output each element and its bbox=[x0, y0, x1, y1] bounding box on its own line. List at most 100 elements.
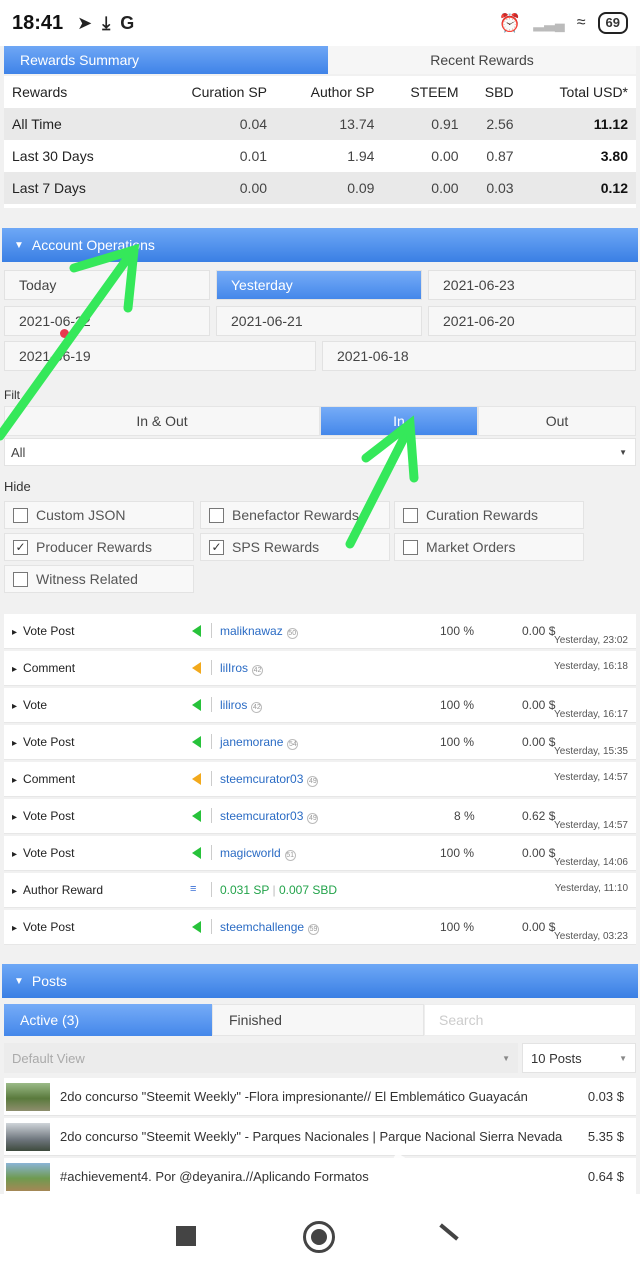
filter-in-out-button[interactable]: In & Out bbox=[4, 406, 320, 436]
post-row[interactable]: #achievement4. Por @deyanira.//Aplicando… bbox=[4, 1158, 636, 1194]
steem-logo-icon: ≡ bbox=[190, 883, 197, 895]
username-link[interactable]: janemorane 54 bbox=[220, 735, 299, 750]
checkbox-checked[interactable]: ✓ bbox=[209, 539, 224, 555]
list-item[interactable]: Vote Post steemcurator0349 8 % 0.62 $ Ye… bbox=[4, 799, 636, 834]
table-cell: Last 7 Days bbox=[4, 172, 151, 204]
date-button[interactable]: 2021-06-22 bbox=[4, 306, 210, 336]
list-item[interactable]: Vote Post steemchallenge59 100 % 0.00 $ … bbox=[4, 910, 636, 945]
date-yesterday-button[interactable]: Yesterday bbox=[216, 270, 422, 300]
vote-percent: 100 % bbox=[440, 624, 475, 638]
username-link[interactable]: lilIros 42 bbox=[220, 661, 264, 676]
username-link[interactable]: magicworld 51 bbox=[220, 846, 296, 861]
vote-value: 0.00 $ bbox=[522, 846, 556, 860]
op-type: Vote Post bbox=[12, 809, 74, 823]
view-select[interactable]: Default View ▼ bbox=[4, 1043, 518, 1073]
op-time: Yesterday, 03:23 bbox=[554, 931, 628, 942]
checkbox-unchecked[interactable] bbox=[13, 507, 28, 523]
checkbox-checked[interactable]: ✓ bbox=[13, 539, 28, 555]
hide-benefactor-rewards-checkbox[interactable]: Benefactor Rewards bbox=[200, 501, 390, 529]
operation-type-select[interactable]: All ▼ bbox=[4, 438, 636, 466]
checkbox-unchecked[interactable] bbox=[13, 571, 28, 587]
posts-view-row: Default View ▼ 10 Posts ▼ bbox=[4, 1043, 636, 1073]
col-sbd: SBD bbox=[484, 84, 514, 100]
post-row[interactable]: 2do concurso "Steemit Weekly" - Parques … bbox=[4, 1118, 636, 1156]
vote-value: 0.00 $ bbox=[522, 920, 556, 934]
op-type: Vote Post bbox=[12, 920, 74, 934]
username-link[interactable]: steemcurator03 49 bbox=[220, 772, 319, 787]
username-link[interactable]: steemcurator03 49 bbox=[220, 809, 319, 824]
divider bbox=[211, 882, 212, 897]
reputation-badge: 49 bbox=[307, 813, 319, 824]
alarm-icon: ⏰ bbox=[498, 12, 522, 33]
hide-custom-json-checkbox[interactable]: Custom JSON bbox=[4, 501, 194, 529]
divider bbox=[211, 623, 212, 638]
post-title[interactable]: #achievement4. Por @deyanira.//Aplicando… bbox=[60, 1169, 578, 1184]
account-operations-header[interactable]: ▼ Account Operations bbox=[2, 228, 638, 262]
tab-finished-posts[interactable]: Finished bbox=[212, 1004, 424, 1036]
checkbox-unchecked[interactable] bbox=[209, 507, 224, 523]
search-input[interactable]: Search bbox=[424, 1004, 636, 1036]
vote-flag-icon bbox=[192, 810, 201, 822]
hide-label: Hide bbox=[4, 479, 31, 494]
vote-percent: 100 % bbox=[440, 698, 475, 712]
op-type: Vote Post bbox=[12, 846, 74, 860]
divider bbox=[211, 660, 212, 675]
vote-value: 0.62 $ bbox=[522, 809, 556, 823]
steemworld-page: Rewards Summary Recent Rewards Rewards C… bbox=[0, 46, 640, 1194]
divider bbox=[211, 919, 212, 934]
checkbox-unchecked[interactable] bbox=[403, 539, 418, 555]
tab-recent-rewards[interactable]: Recent Rewards bbox=[328, 46, 636, 74]
collapse-triangle-icon: ▼ bbox=[14, 975, 24, 987]
date-button[interactable]: 2021-06-19 bbox=[4, 341, 316, 371]
reputation-badge: 59 bbox=[308, 924, 320, 935]
filter-out-button[interactable]: Out bbox=[478, 406, 636, 436]
recents-button[interactable] bbox=[176, 1226, 196, 1246]
tab-active-posts[interactable]: Active (3) bbox=[4, 1004, 212, 1036]
table-cell: 0.04 bbox=[150, 108, 276, 140]
username-link[interactable]: liliros 42 bbox=[220, 698, 263, 713]
home-button[interactable] bbox=[303, 1221, 335, 1253]
posts-header[interactable]: ▼ Posts bbox=[2, 964, 638, 998]
list-item[interactable]: Comment lilIros42 Yesterday, 16:18 bbox=[4, 651, 636, 686]
hide-witness-related-checkbox[interactable]: Witness Related bbox=[4, 565, 194, 593]
reputation-badge: 50 bbox=[286, 628, 298, 639]
hide-market-orders-checkbox[interactable]: Market Orders bbox=[394, 533, 584, 561]
date-button[interactable]: 2021-06-23 bbox=[428, 270, 636, 300]
posts-count-select[interactable]: 10 Posts ▼ bbox=[522, 1043, 636, 1073]
select-value: 10 Posts bbox=[531, 1050, 582, 1066]
op-time: Yesterday, 14:06 bbox=[554, 857, 628, 868]
checkbox-unchecked[interactable] bbox=[403, 507, 418, 523]
vote-percent: 8 % bbox=[454, 809, 475, 823]
date-button[interactable]: 2021-06-20 bbox=[428, 306, 636, 336]
hide-curation-rewards-checkbox[interactable]: Curation Rewards bbox=[394, 501, 584, 529]
hide-producer-rewards-checkbox[interactable]: ✓ Producer Rewards bbox=[4, 533, 194, 561]
checkbox-label: SPS Rewards bbox=[232, 539, 320, 555]
post-value: 0.03 $ bbox=[587, 1089, 624, 1104]
list-item[interactable]: Vote Post maliknawaz50 100 % 0.00 $ Yest… bbox=[4, 614, 636, 649]
date-button[interactable]: 2021-06-18 bbox=[322, 341, 636, 371]
username-link[interactable]: maliknawaz 50 bbox=[220, 624, 298, 639]
reputation-badge: 49 bbox=[307, 776, 319, 787]
username-link[interactable]: steemchallenge 59 bbox=[220, 920, 320, 935]
hide-sps-rewards-checkbox[interactable]: ✓ SPS Rewards bbox=[200, 533, 390, 561]
post-title[interactable]: 2do concurso "Steemit Weekly" -Flora imp… bbox=[60, 1089, 578, 1104]
post-title[interactable]: 2do concurso "Steemit Weekly" - Parques … bbox=[60, 1129, 578, 1144]
date-button[interactable]: 2021-06-21 bbox=[216, 306, 422, 336]
post-value: 0.64 $ bbox=[587, 1169, 624, 1184]
filter-in-button[interactable]: In bbox=[320, 406, 478, 436]
reputation-badge: 42 bbox=[252, 665, 264, 676]
op-time: Yesterday, 16:18 bbox=[554, 661, 628, 672]
table-cell: 0.91 bbox=[382, 108, 467, 140]
table-cell: 0.03 bbox=[466, 172, 522, 204]
list-item[interactable]: Vote Post magicworld51 100 % 0.00 $ Yest… bbox=[4, 836, 636, 871]
col-author-sp: Author SP bbox=[310, 84, 375, 100]
back-button[interactable] bbox=[439, 1223, 459, 1241]
post-thumbnail bbox=[6, 1083, 50, 1111]
list-item[interactable]: Comment steemcurator0349 Yesterday, 14:5… bbox=[4, 762, 636, 797]
date-today-button[interactable]: Today bbox=[4, 270, 210, 300]
tab-rewards-summary[interactable]: Rewards Summary bbox=[4, 46, 328, 74]
list-item[interactable]: Author Reward ≡ 0.031 SP | 0.007 SBD Yes… bbox=[4, 873, 636, 908]
list-item[interactable]: Vote Post janemorane54 100 % 0.00 $ Yest… bbox=[4, 725, 636, 760]
list-item[interactable]: Vote liliros42 100 % 0.00 $ Yesterday, 1… bbox=[4, 688, 636, 723]
post-row[interactable]: 2do concurso "Steemit Weekly" -Flora imp… bbox=[4, 1078, 636, 1116]
